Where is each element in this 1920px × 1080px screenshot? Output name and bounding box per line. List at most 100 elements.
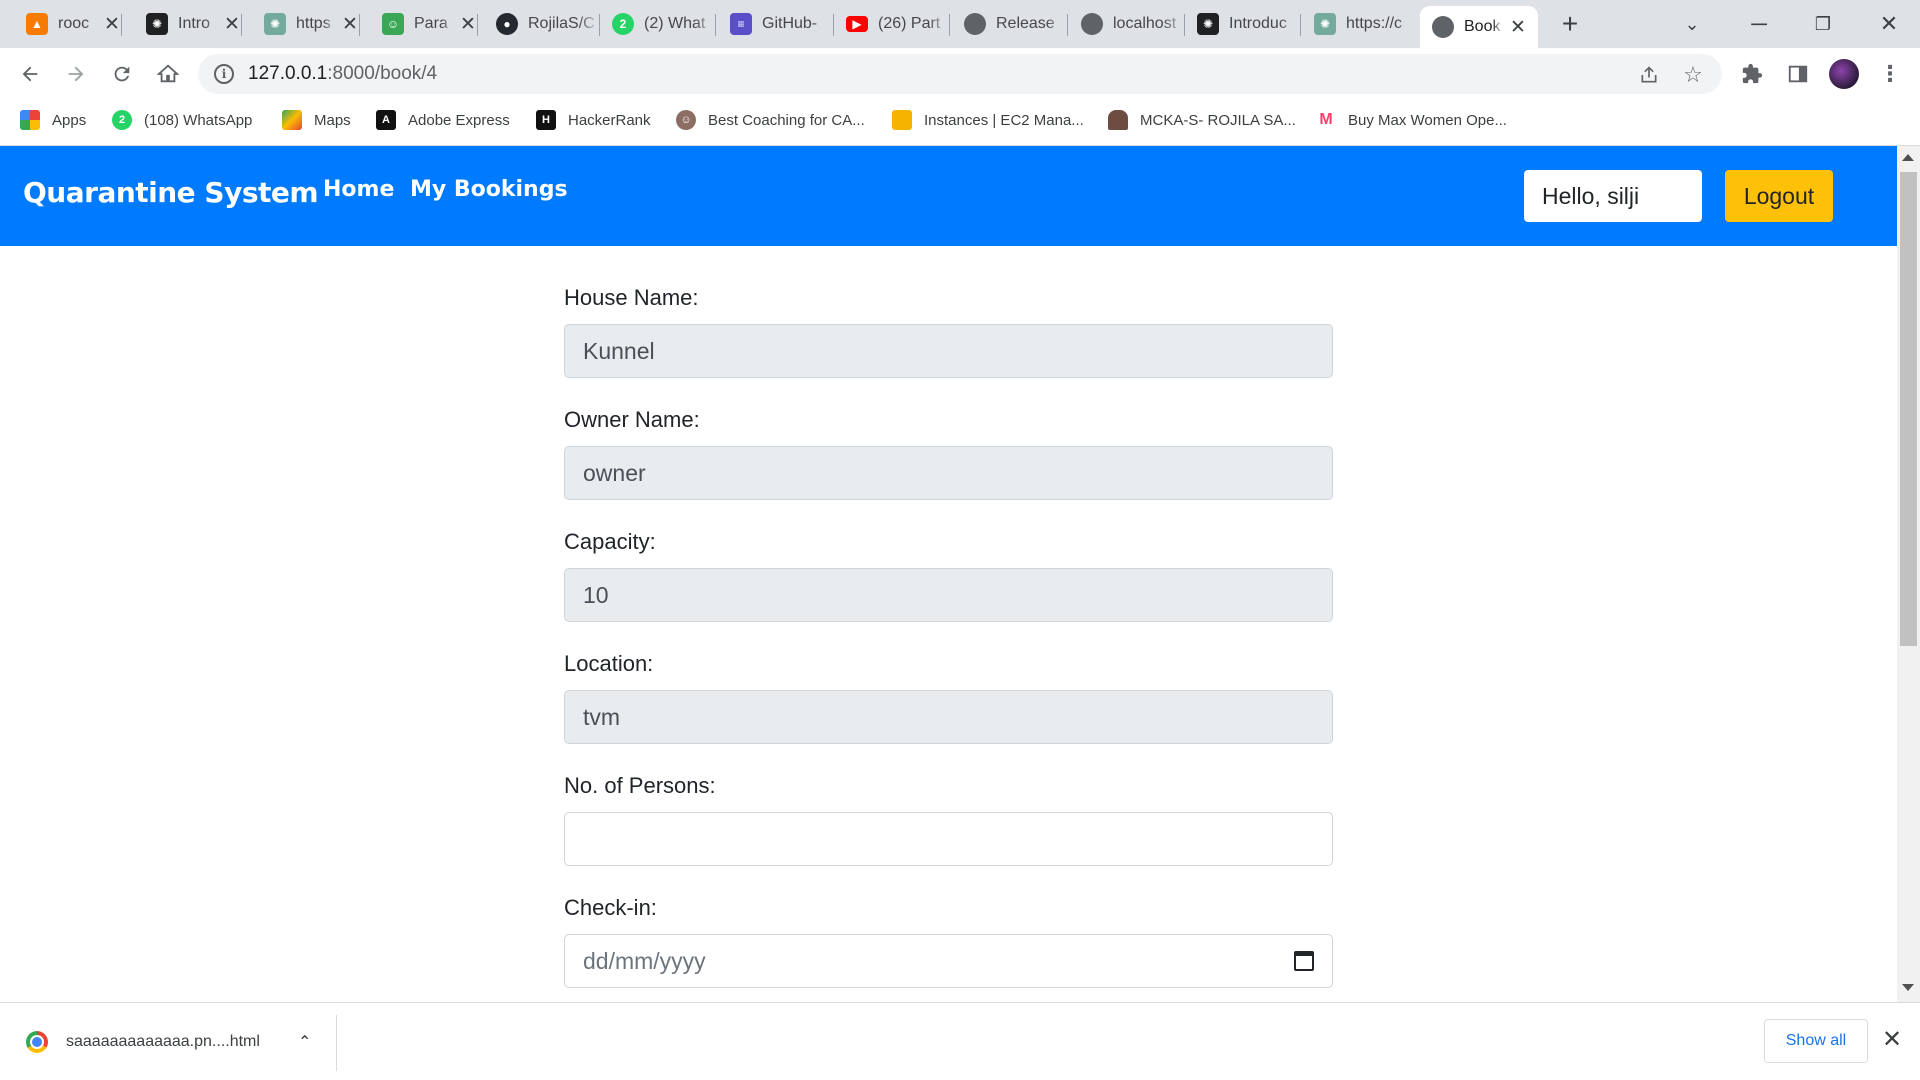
browser-tab[interactable]: ✺ Introduc	[1197, 0, 1301, 48]
person-icon: ☺	[676, 110, 696, 130]
menu-kebab-icon[interactable]: ⋮	[1872, 56, 1908, 92]
myntra-icon: M	[1316, 110, 1336, 130]
github-icon: ●	[496, 13, 518, 35]
browser-tab[interactable]: 2 (2) What	[612, 0, 716, 48]
bookmark-apps[interactable]: Apps	[20, 100, 86, 140]
chevron-up-icon[interactable]: ⌃	[298, 1032, 311, 1052]
globe-icon	[1432, 16, 1454, 38]
list-icon: ≡	[730, 13, 752, 35]
tab-title: rooc	[58, 15, 90, 32]
bookmark-mcka[interactable]: MCKA-S- ROJILA SA...	[1108, 100, 1296, 140]
browser-tab[interactable]: ▲ rooc ✕	[26, 0, 122, 48]
restore-icon[interactable]: ❐	[1800, 0, 1846, 48]
page-scrollbar[interactable]	[1897, 146, 1920, 1002]
browser-tab[interactable]: ≡ GitHub-	[730, 0, 834, 48]
back-icon[interactable]	[12, 56, 48, 92]
globe-icon	[1081, 13, 1103, 35]
site-info-icon[interactable]: i	[214, 64, 234, 84]
close-tab-icon[interactable]: ✕	[222, 13, 242, 36]
checkin-group: Check-in: dd/mm/yyyy	[564, 892, 1333, 988]
bookmark-maps[interactable]: Maps	[282, 100, 351, 140]
home-icon[interactable]	[150, 56, 186, 92]
tab-divider	[599, 14, 600, 36]
tab-title: GitHub-	[762, 15, 818, 32]
browser-tab[interactable]: ✺ https://c	[1314, 0, 1418, 48]
side-panel-icon[interactable]	[1780, 56, 1816, 92]
whatsapp-icon: 2	[112, 110, 132, 130]
browser-tab[interactable]: ☺ Para ✕	[382, 0, 478, 48]
youtube-icon: ▶	[846, 16, 868, 32]
user-greeting: Hello, silji	[1524, 170, 1702, 222]
nav-home-link[interactable]: Home	[323, 177, 394, 202]
browser-tab[interactable]: ✺ Intro ✕	[146, 0, 242, 48]
persons-input[interactable]	[564, 812, 1333, 866]
address-bar[interactable]: i 127.0.0.1:8000/book/4 ☆	[198, 54, 1722, 94]
tab-strip: ▲ rooc ✕ ✺ Intro ✕ ✺ https ✕ ☺ Para ✕ ● …	[0, 0, 1920, 48]
location-label: Location:	[564, 651, 654, 676]
url-host: 127.0.0.1	[248, 63, 328, 84]
download-filename: saaaaaaaaaaaaa.pn....html	[66, 1033, 260, 1050]
browser-tab-active[interactable]: Book ✕	[1420, 6, 1538, 48]
calendar-icon[interactable]	[1294, 951, 1314, 971]
location-input[interactable]: tvm	[564, 690, 1333, 744]
share-icon[interactable]	[1638, 64, 1660, 86]
bookmark-star-icon[interactable]: ☆	[1682, 62, 1704, 87]
close-tab-icon[interactable]: ✕	[1508, 16, 1528, 39]
extensions-icon[interactable]	[1734, 56, 1770, 92]
chatgpt-icon: ✺	[264, 13, 286, 35]
capacity-label: Capacity:	[564, 529, 656, 554]
tab-title: RojilaS/C	[528, 15, 595, 32]
brand-title[interactable]: Quarantine System	[23, 176, 319, 209]
nav-my-bookings-link[interactable]: My Bookings	[410, 177, 568, 202]
downloads-divider	[336, 1015, 337, 1071]
bookmark-myntra[interactable]: M Buy Max Women Ope...	[1316, 100, 1507, 140]
profile-avatar[interactable]	[1826, 56, 1862, 92]
downloads-bar: saaaaaaaaaaaaa.pn....html ⌃ Show all ✕	[0, 1002, 1920, 1080]
tab-title: https://c	[1346, 15, 1403, 32]
close-tab-icon[interactable]: ✕	[340, 13, 360, 36]
scroll-down-icon[interactable]	[1902, 984, 1914, 991]
tab-title: Para	[414, 15, 448, 32]
house-name-input[interactable]: Kunnel	[564, 324, 1333, 378]
tab-divider	[1300, 14, 1301, 36]
browser-tab[interactable]: ▶ (26) Part	[846, 0, 950, 48]
owner-name-label: Owner Name:	[564, 407, 700, 432]
chrome-icon	[26, 1031, 48, 1053]
browser-tab[interactable]: ✺ https ✕	[264, 0, 360, 48]
close-downloads-icon[interactable]: ✕	[1882, 1025, 1902, 1054]
forward-icon[interactable]	[58, 56, 94, 92]
scroll-up-icon[interactable]	[1902, 154, 1914, 161]
tab-search-chevron-icon[interactable]: ⌄	[1674, 0, 1710, 48]
minimize-icon[interactable]: ─	[1736, 0, 1782, 48]
bookmark-ec2[interactable]: Instances | EC2 Mana...	[892, 100, 1084, 140]
bookmark-hackerrank[interactable]: H HackerRank	[536, 100, 651, 140]
close-tab-icon[interactable]: ✕	[102, 13, 122, 36]
browser-tab[interactable]: ● RojilaS/C	[496, 0, 600, 48]
new-tab-icon[interactable]: +	[1552, 0, 1588, 48]
show-all-button[interactable]: Show all	[1764, 1019, 1868, 1063]
browser-tab[interactable]: localhost	[1081, 0, 1185, 48]
browser-tab[interactable]: Release	[964, 0, 1068, 48]
checkin-placeholder: dd/mm/yyyy	[583, 947, 706, 974]
checkin-date-input[interactable]: dd/mm/yyyy	[564, 934, 1333, 988]
app-navbar: Quarantine System Home My Bookings Hello…	[0, 146, 1897, 246]
bookmark-coaching[interactable]: ☺ Best Coaching for CA...	[676, 100, 865, 140]
close-window-icon[interactable]: ✕	[1866, 0, 1912, 48]
logout-button[interactable]: Logout	[1725, 170, 1833, 222]
page-viewport: Quarantine System Home My Bookings Hello…	[0, 146, 1897, 1002]
adobe-icon: A	[376, 110, 396, 130]
reload-icon[interactable]	[104, 56, 140, 92]
download-item[interactable]: saaaaaaaaaaaaa.pn....html ⌃	[26, 1029, 311, 1055]
capacity-input[interactable]: 10	[564, 568, 1333, 622]
owner-name-input[interactable]: owner	[564, 446, 1333, 500]
bookmark-whatsapp[interactable]: 2 (108) WhatsApp	[112, 100, 252, 140]
chatgpt-icon: ✺	[1314, 13, 1336, 35]
tab-title: (26) Part	[878, 15, 941, 32]
tab-title: Release	[996, 15, 1055, 32]
scrollbar-thumb[interactable]	[1900, 172, 1917, 646]
bookmark-adobe-express[interactable]: A Adobe Express	[376, 100, 510, 140]
openai-icon: ✺	[1197, 13, 1219, 35]
whatsapp-icon: 2	[612, 13, 634, 35]
bookmark-label: HackerRank	[568, 111, 651, 129]
close-tab-icon[interactable]: ✕	[458, 13, 478, 36]
